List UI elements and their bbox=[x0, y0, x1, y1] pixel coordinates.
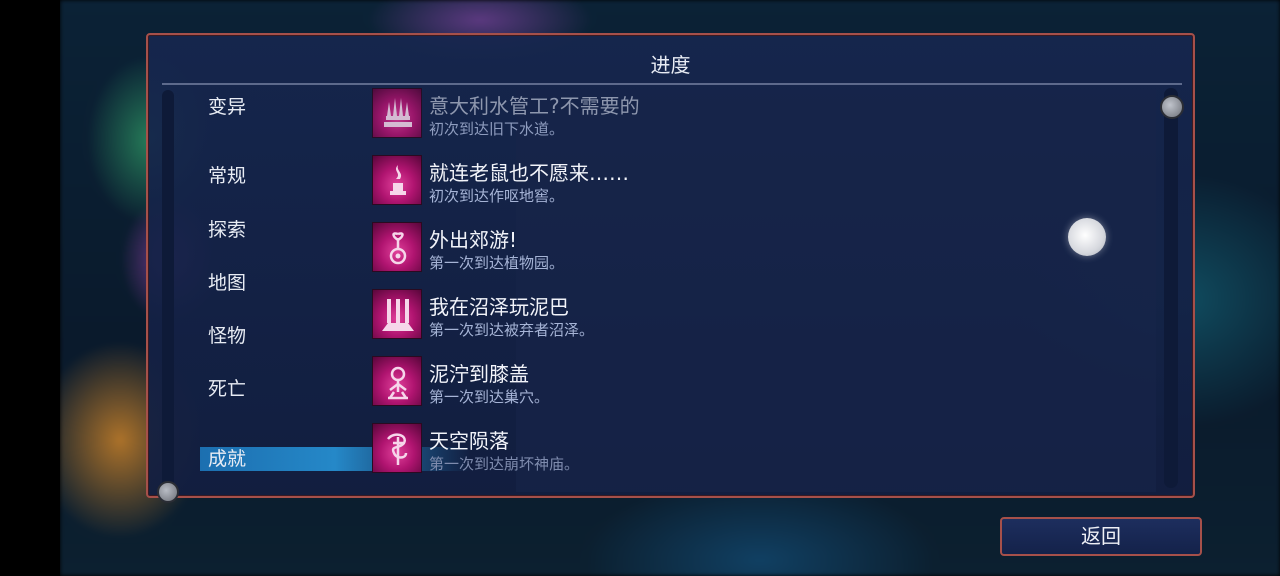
list-item[interactable]: 泥泞到膝盖 第一次到达巢穴。 bbox=[372, 356, 1012, 410]
list-item[interactable]: 外出郊游! 第一次到达植物园。 bbox=[372, 222, 1012, 276]
achievement-title: 泥泞到膝盖 bbox=[429, 362, 529, 386]
achievement-title: 天空陨落 bbox=[429, 429, 509, 453]
vial-flame-icon bbox=[372, 155, 422, 205]
swamp-pillars-icon bbox=[372, 289, 422, 339]
category-exploration[interactable]: 探索 bbox=[208, 218, 246, 242]
flower-pot-icon bbox=[372, 222, 422, 272]
back-button[interactable]: 返回 bbox=[1000, 517, 1202, 556]
achievement-desc: 第一次到达崩坏神庙。 bbox=[429, 455, 580, 473]
category-map[interactable]: 地图 bbox=[208, 271, 246, 295]
achievement-title: 我在沼泽玩泥巴 bbox=[429, 295, 569, 319]
tree-creature-icon bbox=[372, 356, 422, 406]
list-item[interactable]: 我在沼泽玩泥巴 第一次到达被弃者沼泽。 bbox=[372, 289, 1012, 343]
achievement-scrollbar[interactable] bbox=[1164, 88, 1178, 488]
achievement-title: 意大利水管工?不需要的 bbox=[429, 94, 640, 118]
achievement-title: 外出郊游! bbox=[429, 228, 518, 252]
category-monsters[interactable]: 怪物 bbox=[208, 324, 246, 348]
category-scroll-thumb[interactable] bbox=[157, 481, 179, 503]
category-mutations[interactable]: 变异 bbox=[208, 95, 246, 119]
achievement-desc: 第一次到达巢穴。 bbox=[429, 388, 550, 406]
achievement-title: 就连老鼠也不愿来…… bbox=[429, 161, 629, 185]
panel-title: 进度 bbox=[650, 53, 691, 77]
category-deaths[interactable]: 死亡 bbox=[208, 377, 246, 401]
achievement-scroll-thumb[interactable] bbox=[1160, 95, 1184, 119]
title-divider bbox=[162, 83, 1182, 85]
cursor-icon bbox=[1068, 218, 1106, 256]
list-item[interactable]: 天空陨落 第一次到达崩坏神庙。 bbox=[372, 423, 1012, 477]
category-general[interactable]: 常规 bbox=[208, 164, 246, 188]
screen-edge bbox=[0, 0, 60, 576]
list-item[interactable]: 就连老鼠也不愿来…… 初次到达作呕地窖。 bbox=[372, 155, 1012, 209]
list-item[interactable]: 意大利水管工?不需要的 初次到达旧下水道。 bbox=[372, 88, 1012, 142]
category-scrollbar[interactable] bbox=[162, 90, 174, 490]
serpent-dagger-icon bbox=[372, 423, 422, 473]
crown-spikes-icon bbox=[372, 88, 422, 138]
achievement-desc: 第一次到达植物园。 bbox=[429, 254, 565, 272]
achievement-desc: 初次到达旧下水道。 bbox=[429, 120, 565, 138]
achievement-desc: 第一次到达被弃者沼泽。 bbox=[429, 321, 595, 339]
achievement-desc: 初次到达作呕地窖。 bbox=[429, 187, 565, 205]
